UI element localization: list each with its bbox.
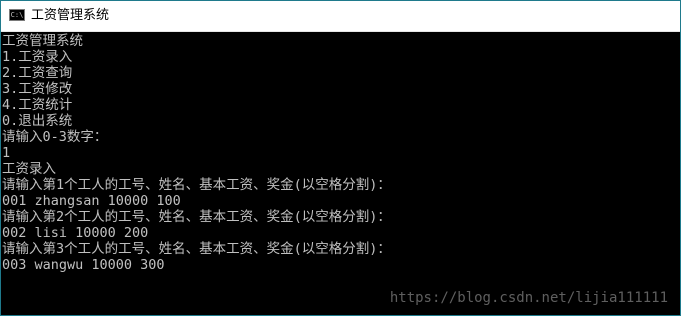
- console-window: C:\ 工资管理系统 工资管理系统 1.工资录入 2.工资查询 3.工资修改 4…: [0, 0, 681, 316]
- console-line: 工资录入: [2, 161, 56, 177]
- console-line: 1.工资录入: [2, 49, 73, 65]
- console-output[interactable]: 工资管理系统 1.工资录入 2.工资查询 3.工资修改 4.工资统计 0.退出系…: [1, 32, 680, 315]
- console-line: 请输入第2个工人的工号、姓名、基本工资、奖金(以空格分割)：: [2, 209, 391, 225]
- console-line: 1: [2, 145, 11, 161]
- console-line: 002 lisi 10000 200: [2, 225, 149, 241]
- console-line: 请输入第3个工人的工号、姓名、基本工资、奖金(以空格分割)：: [2, 241, 391, 257]
- console-line: 001 zhangsan 10000 100: [2, 193, 181, 209]
- console-icon: C:\: [9, 9, 25, 21]
- title-bar[interactable]: C:\ 工资管理系统: [1, 1, 680, 32]
- console-line: 请输入第1个工人的工号、姓名、基本工资、奖金(以空格分割)：: [2, 177, 391, 193]
- console-line: 工资管理系统: [2, 33, 83, 49]
- watermark-text: https://blog.csdn.net/lijia111111: [389, 290, 668, 306]
- console-line: 2.工资查询: [2, 65, 73, 81]
- console-line: 4.工资统计: [2, 97, 73, 113]
- console-line: 请输入0-3数字：: [2, 129, 108, 145]
- window-title: 工资管理系统: [31, 8, 110, 23]
- console-line: 003 wangwu 10000 300: [2, 257, 165, 273]
- console-line: 3.工资修改: [2, 81, 73, 97]
- console-line: 0.退出系统: [2, 113, 73, 129]
